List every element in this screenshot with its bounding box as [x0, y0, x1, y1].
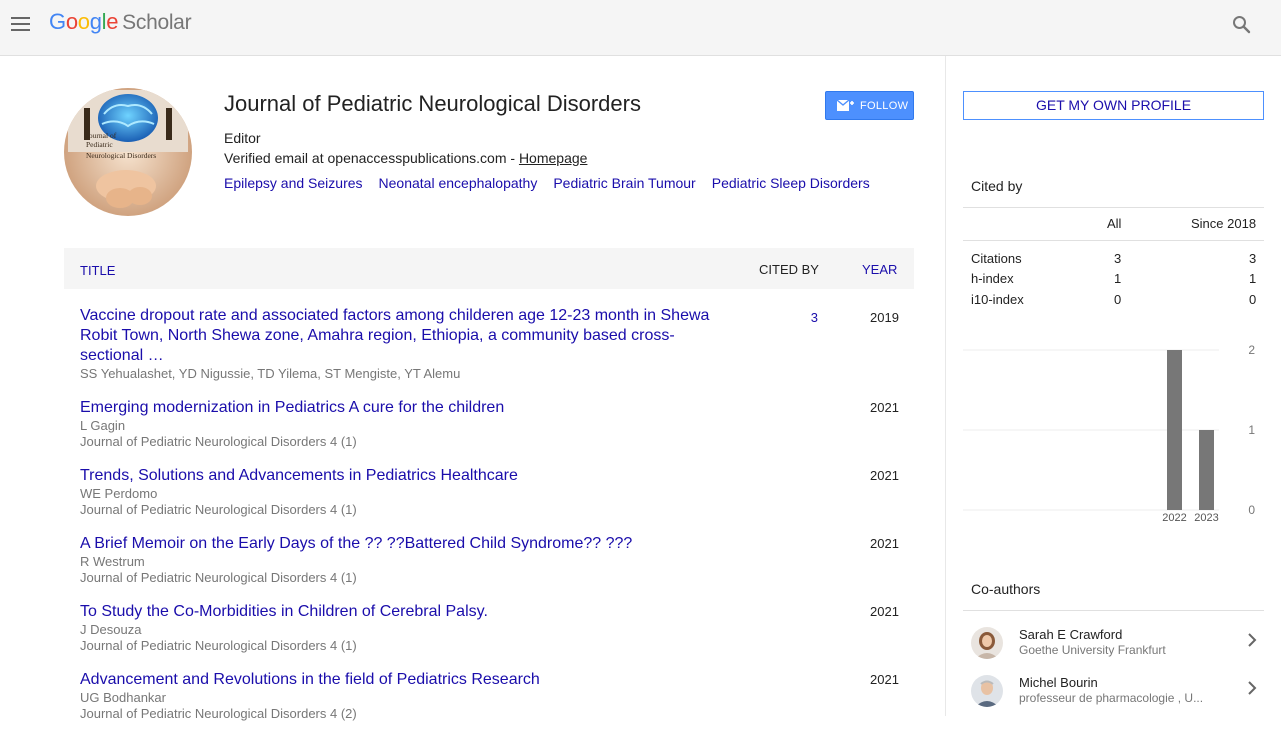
- avatar-text-3: Neurological Disorders: [86, 151, 156, 160]
- article-title[interactable]: Advancement and Revolutions in the field…: [80, 670, 720, 690]
- chevron-right-icon: [1248, 681, 1257, 695]
- follow-button[interactable]: FOLLOW: [825, 91, 914, 120]
- article-year: 2021: [870, 468, 899, 483]
- coauthor-item[interactable]: Sarah E Crawford Goethe University Frank…: [963, 627, 1264, 671]
- article-year: 2021: [870, 604, 899, 619]
- profile-role: Editor: [224, 130, 261, 146]
- coauthor-name: Sarah E Crawford: [1019, 627, 1123, 642]
- cited-by-title: Cited by: [971, 178, 1023, 194]
- article-cited-by[interactable]: 3: [804, 310, 818, 325]
- coauthor-avatar: [971, 627, 1003, 659]
- logo-google: Google: [49, 9, 119, 34]
- interest-neonatal[interactable]: Neonatal encephalopathy: [379, 175, 538, 191]
- article-title[interactable]: Emerging modernization in Pediatrics A c…: [80, 398, 720, 418]
- interest-epilepsy[interactable]: Epilepsy and Seizures: [224, 175, 363, 191]
- stat-citations-all: 3: [1114, 251, 1122, 266]
- coauthor-name: Michel Bourin: [1019, 675, 1098, 690]
- search-icon[interactable]: [1230, 13, 1254, 37]
- col-since-header: Since 2018: [1191, 216, 1257, 231]
- col-all-header: All: [1107, 216, 1122, 231]
- profile-name: Journal of Pediatric Neurological Disord…: [224, 91, 641, 116]
- citations-per-year-chart: 0 1 2 2022 2023: [963, 343, 1255, 524]
- mail-plus-icon: [836, 99, 854, 111]
- articles-table-header: TITLE CITED BY YEAR: [64, 248, 914, 289]
- article-year: 2021: [870, 672, 899, 687]
- stat-i10-index-all: 0: [1114, 292, 1122, 307]
- chart-y-tick-label: 0: [1248, 503, 1255, 517]
- research-interests: Epilepsy and Seizures Neonatal encephalop…: [224, 175, 886, 191]
- homepage-link[interactable]: Homepage: [519, 150, 588, 166]
- interest-brain-tumour[interactable]: Pediatric Brain Tumour: [553, 175, 695, 191]
- coauthor-affiliation: Goethe University Frankfurt: [1019, 643, 1166, 657]
- article-source: Journal of Pediatric Neurological Disord…: [80, 502, 357, 517]
- article-authors: SS Yehualashet, YD Nigussie, TD Yilema, …: [80, 366, 461, 381]
- article-source: Journal of Pediatric Neurological Disord…: [80, 570, 357, 585]
- article-source: Journal of Pediatric Neurological Disord…: [80, 638, 357, 653]
- profile-avatar: Journal of Pediatric Neurological Disord…: [64, 88, 192, 216]
- stat-h-index-since: 1: [1249, 271, 1257, 286]
- article-authors: J Desouza: [80, 622, 142, 637]
- avatar-text-1: Journal of: [86, 131, 117, 140]
- stat-i10-index-since: 0: [1249, 292, 1257, 307]
- google-scholar-logo[interactable]: Google Scholar: [49, 9, 192, 35]
- article-source: Journal of Pediatric Neurological Disord…: [80, 434, 357, 449]
- chart-x-tick-label: 2022: [1162, 512, 1186, 524]
- chart-x-tick-label: 2023: [1194, 512, 1218, 524]
- article-authors: R Westrum: [80, 554, 145, 569]
- sort-by-title[interactable]: TITLE: [80, 263, 115, 278]
- article-authors: UG Bodhankar: [80, 690, 166, 705]
- chart-bar-2023[interactable]: [1199, 430, 1214, 510]
- chart-y-tick-label: 2: [1248, 343, 1255, 357]
- article-title[interactable]: To Study the Co-Morbidities in Children …: [80, 602, 720, 622]
- coauthor-item[interactable]: Michel Bourin professeur de pharmacologi…: [963, 675, 1264, 719]
- sort-by-cited[interactable]: CITED BY: [759, 262, 819, 277]
- co-authors-title: Co-authors: [971, 581, 1041, 597]
- coauthor-affiliation: professeur de pharmacologie , U...: [1019, 691, 1204, 705]
- chart-bar-2022[interactable]: [1167, 350, 1182, 510]
- top-bar: Google Scholar: [0, 0, 1281, 56]
- column-divider: [945, 56, 946, 716]
- stat-label-citations: Citations: [971, 251, 1022, 266]
- article-title[interactable]: Trends, Solutions and Advancements in Pe…: [80, 466, 720, 486]
- stat-label-h-index: h-index: [971, 271, 1014, 286]
- article-authors: L Gagin: [80, 418, 126, 433]
- stat-label-i10-index: i10-index: [971, 292, 1024, 307]
- avatar-text-2: Pediatric: [86, 140, 113, 149]
- menu-icon[interactable]: [11, 14, 31, 34]
- chart-y-tick-label: 1: [1248, 423, 1255, 437]
- divider-line: [963, 610, 1264, 611]
- logo-scholar: Scholar: [122, 11, 192, 34]
- chevron-right-icon: [1248, 633, 1257, 647]
- stat-h-index-all: 1: [1114, 271, 1122, 286]
- article-year: 2021: [870, 536, 899, 551]
- article-year: 2021: [870, 400, 899, 415]
- get-my-own-profile-button[interactable]: GET MY OWN PROFILE: [963, 91, 1264, 120]
- article-source: Journal of Pediatric Neurological Disord…: [80, 706, 357, 721]
- profile-email: Verified email at openaccesspublications…: [224, 150, 587, 166]
- sort-by-year[interactable]: YEAR: [862, 262, 897, 277]
- article-authors: WE Perdomo: [80, 486, 158, 501]
- stat-citations-since: 3: [1249, 251, 1257, 266]
- interest-sleep-disorders[interactable]: Pediatric Sleep Disorders: [712, 175, 870, 191]
- divider-line: [963, 207, 1264, 208]
- follow-label: FOLLOW: [860, 100, 909, 112]
- verified-email-text: Verified email at openaccesspublications…: [224, 150, 519, 166]
- coauthor-avatar: [971, 675, 1003, 707]
- divider-line: [963, 240, 1264, 241]
- article-year: 2019: [870, 310, 899, 325]
- article-title[interactable]: Vaccine dropout rate and associated fact…: [80, 306, 720, 366]
- article-title[interactable]: A Brief Memoir on the Early Days of the …: [80, 534, 720, 554]
